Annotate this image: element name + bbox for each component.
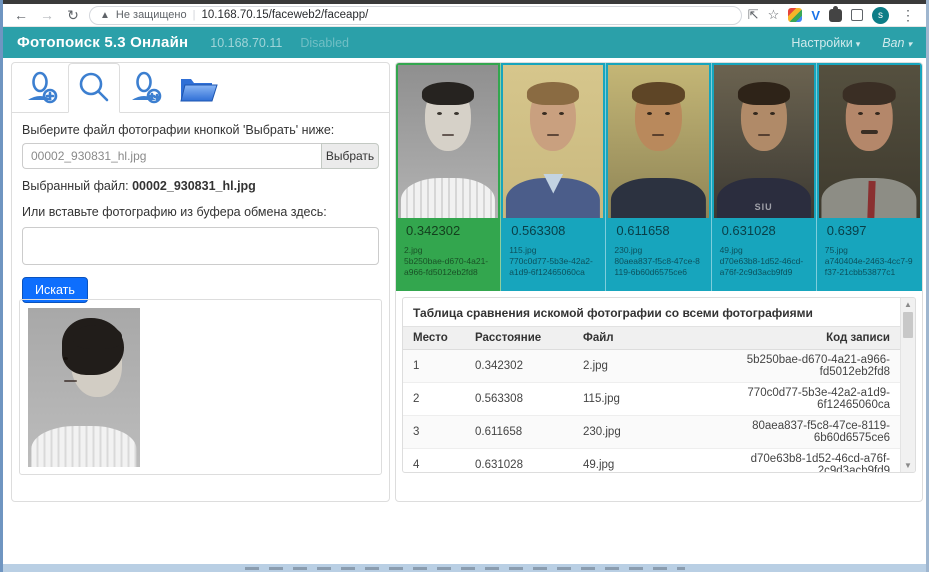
- selected-file-line: Выбранный файл: 00002_930831_hl.jpg: [22, 179, 379, 193]
- scroll-down-icon[interactable]: ▼: [901, 459, 915, 472]
- extension-v-icon[interactable]: V: [811, 8, 820, 23]
- match-meta: 115.jpg770c0d77-5b3e-42a2-a1d9-6f1246506…: [501, 244, 605, 291]
- match-card-4[interactable]: SIU 0.631028 49.jpgd70e63b8-1d52-46cd-a7…: [712, 63, 817, 291]
- user-menu[interactable]: Ban▾: [882, 36, 912, 50]
- taskbar-sliver: [245, 567, 685, 570]
- match-distance: 0.6397: [817, 218, 922, 244]
- settings-menu[interactable]: Настройки▾: [791, 36, 860, 50]
- search-form: Выберите файл фотографии кнопкой 'Выбрат…: [12, 113, 389, 303]
- match-meta: 2.jpg5b250bae-d670-4a21-a966-fd5012eb2fd…: [396, 244, 500, 291]
- status-label: Disabled: [300, 36, 349, 50]
- security-label: Не защищено: [116, 9, 187, 21]
- app-title: Фотопоиск 5.3 Онлайн: [17, 34, 188, 51]
- col-place: Место: [403, 327, 465, 350]
- comparison-table-box: Таблица сравнения искомой фотографии со …: [402, 297, 916, 473]
- app-navbar: Фотопоиск 5.3 Онлайн 10.168.70.11 Disabl…: [3, 27, 926, 58]
- match-card-2[interactable]: 0.563308 115.jpg770c0d77-5b3e-42a2-a1d9-…: [501, 63, 606, 291]
- choose-file-label: Выберите файл фотографии кнопкой 'Выбрат…: [22, 123, 379, 137]
- match-photo: SIU: [714, 65, 814, 218]
- tab-group-icon[interactable]: [851, 9, 863, 21]
- browser-toolbar: ← → ↻ ▲ Не защищено | 10.168.70.15/facew…: [3, 4, 926, 27]
- bookmark-star-icon[interactable]: ☆: [768, 7, 780, 23]
- chevron-down-icon: ▾: [856, 39, 861, 49]
- not-secure-icon: ▲: [100, 10, 110, 21]
- server-address: 10.168.70.11: [210, 36, 282, 50]
- add-persons-icon: [127, 71, 165, 105]
- reload-icon[interactable]: ↻: [63, 7, 83, 24]
- table-header-row: Место Расстояние Файл Код записи: [403, 327, 900, 350]
- kebab-menu-icon[interactable]: ⋮: [898, 7, 918, 24]
- match-meta: 49.jpgd70e63b8-1d52-46cd-a76f-2c9d3acb9f…: [712, 244, 816, 291]
- folder-icon: [177, 71, 219, 105]
- omnibox-separator: |: [193, 9, 196, 21]
- query-photo: [28, 308, 140, 467]
- match-photo: [819, 65, 920, 218]
- match-card-1[interactable]: 0.342302 2.jpg5b250bae-d670-4a21-a966-fd…: [396, 63, 501, 291]
- match-photo: [503, 65, 603, 218]
- paste-area[interactable]: [22, 227, 379, 265]
- search-panel: Выберите файл фотографии кнопкой 'Выбрат…: [11, 62, 390, 502]
- query-photo-card: [19, 299, 382, 475]
- match-card-3[interactable]: 0.611658 230.jpg80aea837-f5c8-47ce-8119-…: [606, 63, 711, 291]
- url-text: 10.168.70.15/faceweb2/faceapp/: [201, 9, 368, 21]
- match-photo: [608, 65, 708, 218]
- scroll-up-icon[interactable]: ▲: [901, 298, 915, 311]
- tab-add-person[interactable]: [16, 63, 68, 113]
- back-icon[interactable]: ←: [11, 7, 31, 23]
- address-bar[interactable]: ▲ Не защищено | 10.168.70.15/faceweb2/fa…: [89, 6, 742, 25]
- tool-tabs: [12, 63, 389, 113]
- comparison-table: Место Расстояние Файл Код записи 10.3423…: [403, 326, 900, 472]
- paste-hint-label: Или вставьте фотографию из буфера обмена…: [22, 205, 379, 219]
- match-card-5[interactable]: 0.6397 75.jpga740404e-2463-4cc7-9f37-21c…: [817, 63, 922, 291]
- app-window: ← → ↻ ▲ Не защищено | 10.168.70.15/facew…: [0, 0, 929, 572]
- table-row[interactable]: 20.563308 115.jpg770c0d77-5b3e-42a2-a1d9…: [403, 383, 900, 416]
- table-row[interactable]: 10.342302 2.jpg5b250bae-d670-4a21-a966-f…: [403, 350, 900, 383]
- table-scrollbar[interactable]: ▲ ▼: [900, 298, 915, 472]
- match-distance: 0.563308: [501, 218, 605, 244]
- match-meta: 75.jpga740404e-2463-4cc7-9f37-21cbb53877…: [817, 244, 922, 291]
- extensions-puzzle-icon[interactable]: [829, 9, 842, 22]
- match-distance: 0.342302: [396, 218, 500, 244]
- chevron-down-icon: ▾: [907, 39, 912, 49]
- table-title: Таблица сравнения искомой фотографии со …: [403, 298, 900, 326]
- extension-colored-icon[interactable]: [788, 8, 802, 22]
- col-file: Файл: [573, 327, 723, 350]
- results-panel: 0.342302 2.jpg5b250bae-d670-4a21-a966-fd…: [395, 62, 923, 502]
- table-row[interactable]: 30.611658 230.jpg80aea837-f5c8-47ce-8119…: [403, 416, 900, 449]
- col-distance: Расстояние: [465, 327, 573, 350]
- match-distance: 0.631028: [712, 218, 816, 244]
- share-icon[interactable]: ⇱: [748, 7, 759, 23]
- comparison-table-scroll: Таблица сравнения искомой фотографии со …: [403, 298, 900, 472]
- add-person-icon: [23, 71, 61, 105]
- browser-actions: ⇱ ☆ V s ⋮: [748, 7, 918, 24]
- tab-open-folder[interactable]: [172, 63, 224, 113]
- table-row[interactable]: 40.631028 49.jpgd70e63b8-1d52-46cd-a76f-…: [403, 449, 900, 473]
- tab-search-active[interactable]: [68, 63, 120, 113]
- scrollbar-thumb[interactable]: [903, 312, 913, 338]
- tab-add-persons[interactable]: [120, 63, 172, 113]
- forward-icon[interactable]: →: [37, 7, 57, 23]
- file-name-input[interactable]: [22, 143, 321, 169]
- match-distance: 0.611658: [606, 218, 710, 244]
- browse-button[interactable]: Выбрать: [321, 143, 379, 169]
- profile-avatar[interactable]: s: [872, 7, 889, 24]
- match-meta: 230.jpg80aea837-f5c8-47ce-8119-6b60d6575…: [606, 244, 710, 291]
- window-bottom-edge: [3, 564, 926, 572]
- col-record: Код записи: [723, 327, 900, 350]
- selected-file-name: 00002_930831_hl.jpg: [132, 179, 256, 193]
- match-photo: [398, 65, 498, 218]
- match-thumbnails: 0.342302 2.jpg5b250bae-d670-4a21-a966-fd…: [396, 63, 922, 291]
- search-icon: [76, 70, 112, 106]
